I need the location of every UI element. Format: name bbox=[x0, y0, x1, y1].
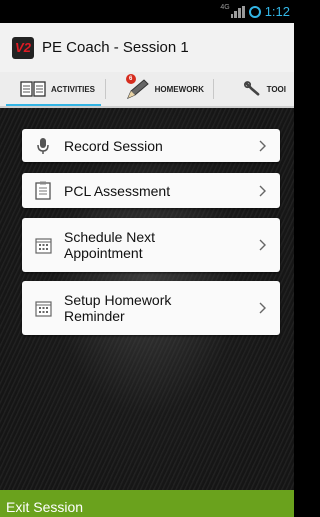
homework-reminder-label: Setup Homework Reminder bbox=[64, 292, 172, 324]
app-logo-text: V2 bbox=[15, 40, 31, 55]
chevron-right-icon bbox=[259, 302, 266, 314]
book-icon bbox=[20, 81, 46, 97]
exit-session-label: Exit Session bbox=[6, 499, 84, 515]
status-bar: 4G 1:12 bbox=[0, 0, 294, 23]
activities-panel: Record Session PCL Assessment Schedule N… bbox=[0, 108, 294, 490]
exit-session-button[interactable]: Exit Session bbox=[0, 490, 294, 517]
pcl-assessment-button[interactable]: PCL Assessment bbox=[22, 173, 280, 208]
homework-badge: 6 bbox=[125, 74, 136, 84]
tab-activities-label: ACTIVITIES bbox=[51, 84, 96, 94]
schedule-appointment-button[interactable]: Schedule Next Appointment bbox=[22, 218, 280, 272]
clock: 1:12 bbox=[264, 4, 290, 19]
wrench-icon bbox=[244, 81, 260, 96]
homework-reminder-button[interactable]: Setup Homework Reminder bbox=[22, 281, 280, 335]
microphone-icon bbox=[37, 137, 49, 154]
tab-tools-label: TOOI bbox=[266, 84, 287, 94]
record-session-label: Record Session bbox=[64, 137, 163, 154]
clipboard-icon bbox=[35, 181, 51, 200]
schedule-appointment-label: Schedule Next Appointment bbox=[64, 229, 156, 261]
network-type-label: 4G bbox=[220, 4, 230, 11]
record-session-button[interactable]: Record Session bbox=[22, 129, 280, 162]
chevron-right-icon bbox=[259, 239, 266, 251]
action-bar: V2 PE Coach - Session 1 bbox=[0, 23, 294, 72]
tab-homework-label: HOMEWORK bbox=[154, 84, 204, 94]
tab-tools[interactable]: TOOI bbox=[214, 72, 294, 106]
app-title: PE Coach - Session 1 bbox=[42, 39, 189, 56]
tab-activities[interactable]: ACTIVITIES bbox=[0, 72, 105, 106]
calendar-icon bbox=[34, 300, 52, 317]
app-logo-icon[interactable]: V2 bbox=[12, 36, 34, 59]
pcl-assessment-label: PCL Assessment bbox=[64, 182, 171, 199]
chevron-right-icon bbox=[259, 140, 266, 151]
calendar-icon bbox=[34, 237, 52, 254]
tab-bar: ACTIVITIES 6 HOMEWORK TOOI bbox=[0, 72, 294, 108]
chevron-right-icon bbox=[259, 185, 266, 196]
signal-icon bbox=[230, 5, 245, 18]
tab-homework[interactable]: 6 HOMEWORK bbox=[106, 72, 213, 106]
battery-icon bbox=[248, 5, 261, 18]
